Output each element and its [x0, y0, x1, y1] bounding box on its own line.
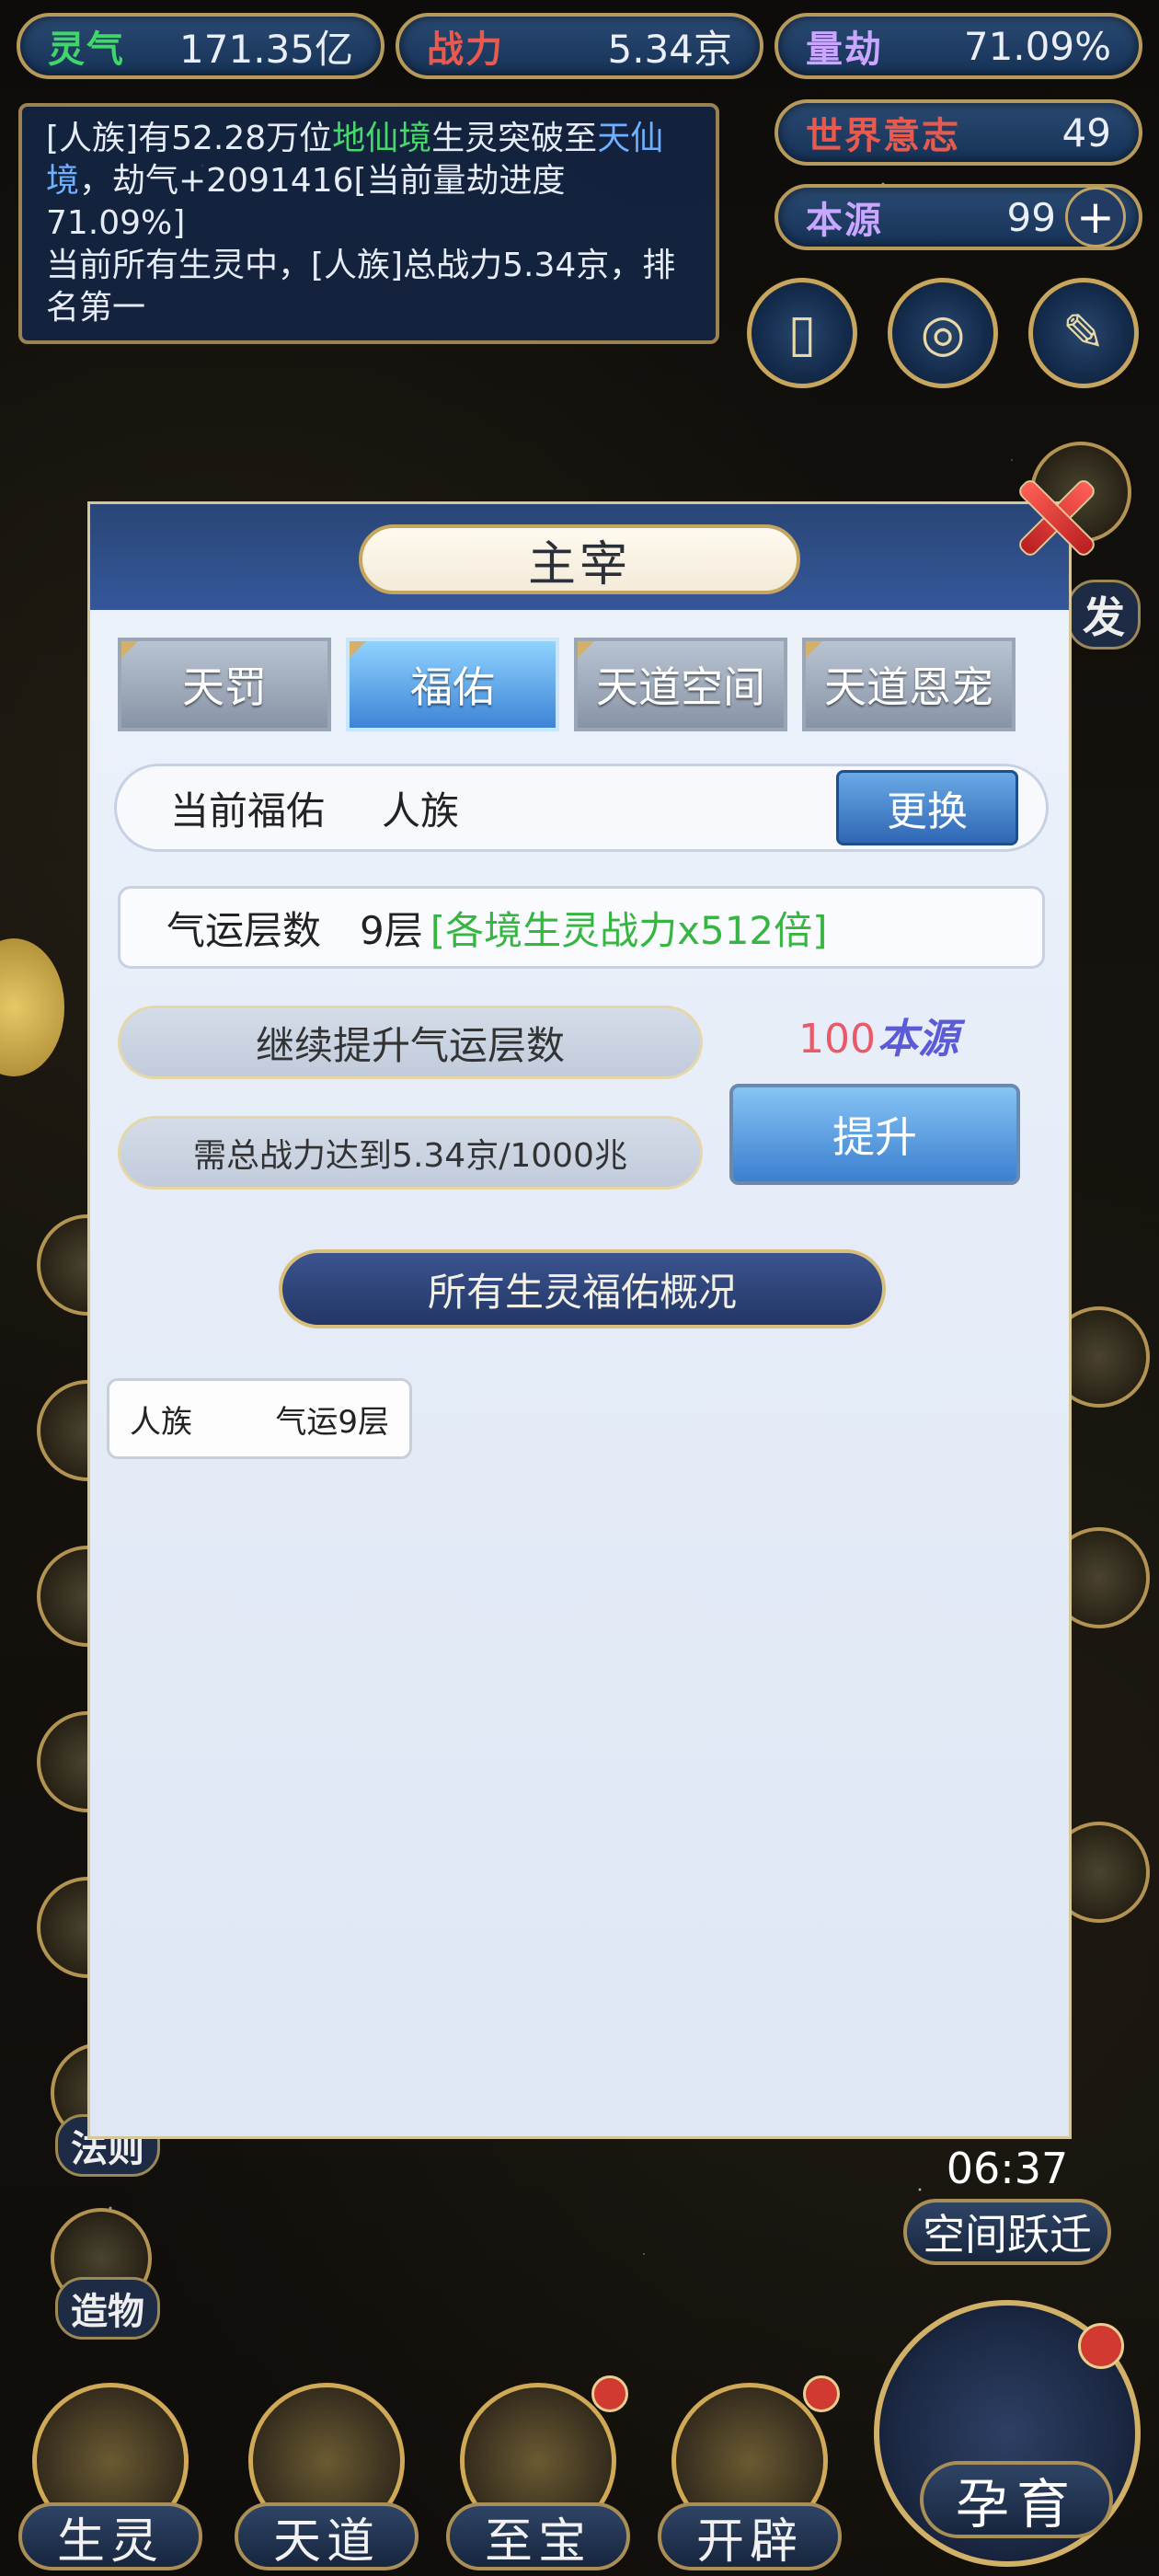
nav-create-world-label: 开辟 — [658, 2502, 842, 2570]
tab-blessing[interactable]: 福佑 — [346, 638, 559, 731]
race-card-level: 气运9层 — [275, 1403, 389, 1441]
event-message-box: [人族]有52.28万位地仙境生灵突破至天仙境，劫气+2091416[当前量劫进… — [18, 103, 719, 344]
nav-create-world[interactable]: 开辟 — [648, 2375, 851, 2576]
nav-creatures-label: 生灵 — [18, 2502, 202, 2570]
liangjie-stat: 量劫 71.09% — [775, 13, 1142, 79]
event-message-line2: 当前所有生灵中，[人族]总战力5.34京，排名第一 — [46, 247, 676, 327]
tab-punishment[interactable]: 天罚 — [118, 638, 331, 731]
tab-heaven-favor[interactable]: 天道恩宠 — [802, 638, 1016, 731]
scroll-icon: ✎ — [1061, 303, 1106, 363]
luck-label: 气运层数 — [166, 907, 322, 953]
dialog-tabs: 天罚 福佑 天道空间 天道恩宠 — [118, 638, 1069, 739]
nav-heaven-label: 天道 — [235, 2502, 419, 2570]
lingqi-stat: 灵气 171.35亿 — [17, 13, 384, 79]
incubate-label: 孕育 — [920, 2461, 1113, 2538]
event-message-line1: [人族]有52.28万位地仙境生灵突破至天仙境，劫气+2091416[当前量劫进… — [46, 118, 692, 245]
raise-cost: 100本源 — [798, 1006, 958, 1064]
nav-creatures[interactable]: 生灵 — [9, 2383, 212, 2576]
liangjie-value: 71.09% — [963, 23, 1111, 69]
message-realm: 地仙境 — [332, 120, 432, 157]
liangjie-label: 量劫 — [806, 29, 883, 71]
card-icon-button[interactable]: ▯ — [747, 278, 857, 388]
plus-icon: + — [1076, 190, 1115, 244]
luck-value: 9层 — [360, 907, 423, 953]
incubate-notification-dot — [1078, 2323, 1124, 2369]
zhanli-stat: 战力 5.34京 — [396, 13, 763, 79]
shijie-value: 49 — [1061, 109, 1111, 155]
add-benyuan-button[interactable]: + — [1065, 187, 1126, 247]
current-blessing-value: 人族 — [382, 788, 460, 834]
message-suffix: ，劫气+2091416[当前量劫进度71.09%] — [46, 162, 566, 242]
zhanli-label: 战力 — [427, 29, 504, 71]
dominator-dialog: 主宰 天罚 福佑 天道空间 天道恩宠 当前福佑 人族 更换 气运层数 9层 [各… — [87, 501, 1072, 2139]
overview-banner: 所有生灵福佑概况 — [279, 1249, 886, 1328]
creation-label: 造物 — [55, 2277, 160, 2340]
zhanli-value: 5.34京 — [607, 26, 732, 72]
raise-cost-unit: 本源 — [877, 1016, 958, 1063]
continue-raise-label: 继续提升气运层数 — [118, 1006, 703, 1079]
create-world-notification-dot — [803, 2375, 840, 2412]
scroll-icon-button[interactable]: ✎ — [1028, 278, 1139, 388]
nav-treasure-label: 至宝 — [446, 2502, 630, 2570]
race-blessing-card[interactable]: 人族 气运9层 — [107, 1378, 412, 1459]
nav-heaven[interactable]: 天道 — [225, 2383, 428, 2576]
vortex-icon-button[interactable]: ◎ — [888, 278, 998, 388]
race-card-name: 人族 — [130, 1403, 192, 1441]
treasure-notification-dot — [591, 2375, 628, 2412]
message-mid: 生灵突破至 — [431, 120, 598, 157]
jump-timer: 06:37 — [946, 2144, 1069, 2193]
vortex-icon: ◎ — [920, 303, 966, 363]
luck-level-row: 气运层数 9层 [各境生灵战力x512倍] — [118, 886, 1045, 969]
current-blessing-row: 当前福佑 人族 更换 — [114, 764, 1049, 852]
tab-heaven-space[interactable]: 天道空间 — [574, 638, 787, 731]
benyuan-value: 99 — [1006, 194, 1056, 240]
raise-cost-number: 100 — [798, 1016, 876, 1063]
card-icon: ▯ — [787, 303, 817, 363]
right-side-label: 发 — [1067, 580, 1141, 650]
shijie-stat: 世界意志 49 — [775, 99, 1142, 166]
benyuan-stat: 本源 99 + — [775, 184, 1142, 250]
nav-treasure[interactable]: 至宝 — [437, 2375, 639, 2576]
requirement-label: 需总战力达到5.34京/1000兆 — [118, 1116, 703, 1190]
lingqi-label: 灵气 — [48, 29, 125, 71]
current-blessing-label: 当前福佑 — [170, 788, 326, 834]
luck-bonus: [各境生灵战力x512倍] — [430, 907, 828, 953]
shijie-label: 世界意志 — [806, 115, 960, 157]
close-dialog-button[interactable] — [1003, 465, 1104, 566]
space-jump-button[interactable]: 空间跃迁 — [903, 2199, 1111, 2265]
change-blessing-button[interactable]: 更换 — [836, 770, 1018, 845]
benyuan-label: 本源 — [806, 200, 883, 242]
dialog-title: 主宰 — [359, 524, 800, 594]
lingqi-value: 171.35亿 — [179, 26, 353, 72]
message-prefix: [人族]有52.28万位 — [46, 120, 333, 157]
raise-button[interactable]: 提升 — [729, 1084, 1020, 1185]
